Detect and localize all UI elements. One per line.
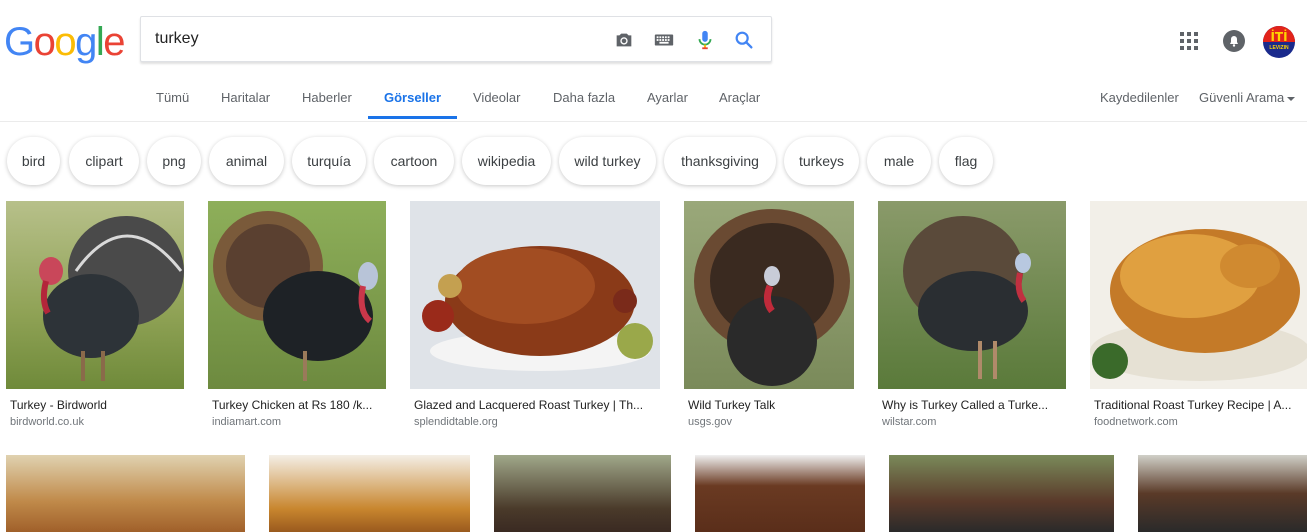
logo-letter: g <box>75 20 97 64</box>
tab-tools[interactable]: Araçlar <box>719 90 760 120</box>
avatar-text: İTİ <box>1270 30 1288 44</box>
chip-clipart[interactable]: clipart <box>69 137 139 185</box>
logo-letter: o <box>33 20 56 64</box>
search-box[interactable] <box>140 16 772 62</box>
result-title[interactable]: Glazed and Lacquered Roast Turkey | Th..… <box>414 398 656 412</box>
chip-thanksgiving[interactable]: thanksgiving <box>664 137 776 185</box>
safe-search-label: Güvenli Arama <box>1199 90 1285 105</box>
avatar-subtext: LEVIZIN <box>1269 45 1289 51</box>
tab-news[interactable]: Haberler <box>302 90 352 120</box>
image-result[interactable]: Traditional Roast Turkey Recipe | A... f… <box>1090 201 1307 436</box>
chip-png[interactable]: png <box>147 137 201 185</box>
result-thumbnail[interactable] <box>684 201 854 389</box>
chip-animal[interactable]: animal <box>209 137 284 185</box>
caret-down-icon <box>1287 96 1296 101</box>
tab-maps[interactable]: Haritalar <box>221 90 270 120</box>
result-source[interactable]: wilstar.com <box>882 416 936 428</box>
result-source[interactable]: usgs.gov <box>688 416 732 428</box>
safe-search-dropdown[interactable]: Güvenli Arama <box>1199 90 1296 105</box>
saved-link[interactable]: Kaydedilenler <box>1100 90 1179 105</box>
chip-bird[interactable]: bird <box>7 137 60 185</box>
chip-wild-turkey[interactable]: wild turkey <box>559 137 656 185</box>
tab-videos[interactable]: Videolar <box>473 90 520 120</box>
image-result[interactable]: Why is Turkey Called a Turke... wilstar.… <box>878 201 1066 436</box>
search-icon[interactable] <box>733 29 755 51</box>
chip-male[interactable]: male <box>867 137 931 185</box>
result-source[interactable]: birdworld.co.uk <box>10 416 84 428</box>
result-title[interactable]: Why is Turkey Called a Turke... <box>882 398 1062 412</box>
image-result[interactable]: Glazed and Lacquered Roast Turkey | Th..… <box>410 201 660 436</box>
result-thumbnail[interactable] <box>1090 201 1307 389</box>
image-result[interactable] <box>269 455 470 532</box>
image-result[interactable]: Wild Turkey Talk usgs.gov <box>684 201 854 436</box>
chip-turquia[interactable]: turquía <box>292 137 366 185</box>
image-result[interactable] <box>6 455 245 532</box>
result-source[interactable]: indiamart.com <box>212 416 281 428</box>
image-result[interactable]: Turkey Chicken at Rs 180 /k... indiamart… <box>208 201 386 436</box>
image-result[interactable] <box>889 455 1114 532</box>
result-source[interactable]: splendidtable.org <box>414 416 498 428</box>
chip-wikipedia[interactable]: wikipedia <box>462 137 551 185</box>
tab-more[interactable]: Daha fazla <box>553 90 615 120</box>
image-result[interactable]: Turkey - Birdworld birdworld.co.uk <box>6 201 184 436</box>
google-logo[interactable]: Google <box>4 20 125 64</box>
image-result[interactable] <box>1138 455 1307 532</box>
keyboard-icon[interactable] <box>653 29 675 51</box>
tab-all[interactable]: Tümü <box>156 90 189 120</box>
result-title[interactable]: Traditional Roast Turkey Recipe | A... <box>1094 398 1304 412</box>
chip-flag[interactable]: flag <box>939 137 993 185</box>
result-title[interactable]: Wild Turkey Talk <box>688 398 850 412</box>
apps-grid-icon[interactable] <box>1180 32 1198 50</box>
chip-turkeys[interactable]: turkeys <box>784 137 859 185</box>
avatar[interactable]: İTİ LEVIZIN <box>1263 26 1295 58</box>
chip-cartoon[interactable]: cartoon <box>374 137 454 185</box>
active-tab-indicator <box>368 116 457 119</box>
result-title[interactable]: Turkey - Birdworld <box>10 398 180 412</box>
logo-letter: G <box>4 20 35 64</box>
notifications-bell-icon[interactable] <box>1223 30 1245 52</box>
result-thumbnail[interactable] <box>6 201 184 389</box>
image-result[interactable] <box>494 455 671 532</box>
image-result[interactable] <box>695 455 865 532</box>
result-title[interactable]: Turkey Chicken at Rs 180 /k... <box>212 398 382 412</box>
tab-settings[interactable]: Ayarlar <box>647 90 688 120</box>
microphone-icon[interactable] <box>694 29 716 51</box>
result-source[interactable]: foodnetwork.com <box>1094 416 1178 428</box>
camera-icon[interactable] <box>613 29 635 51</box>
result-thumbnail[interactable] <box>410 201 660 389</box>
logo-letter: o <box>54 20 76 64</box>
result-thumbnail[interactable] <box>878 201 1066 389</box>
logo-letter: e <box>103 20 125 64</box>
result-thumbnail[interactable] <box>208 201 386 389</box>
search-input[interactable] <box>155 17 595 61</box>
header: Google İTİ LEVIZIN Tümü Haritalar Haberl… <box>0 0 1307 122</box>
